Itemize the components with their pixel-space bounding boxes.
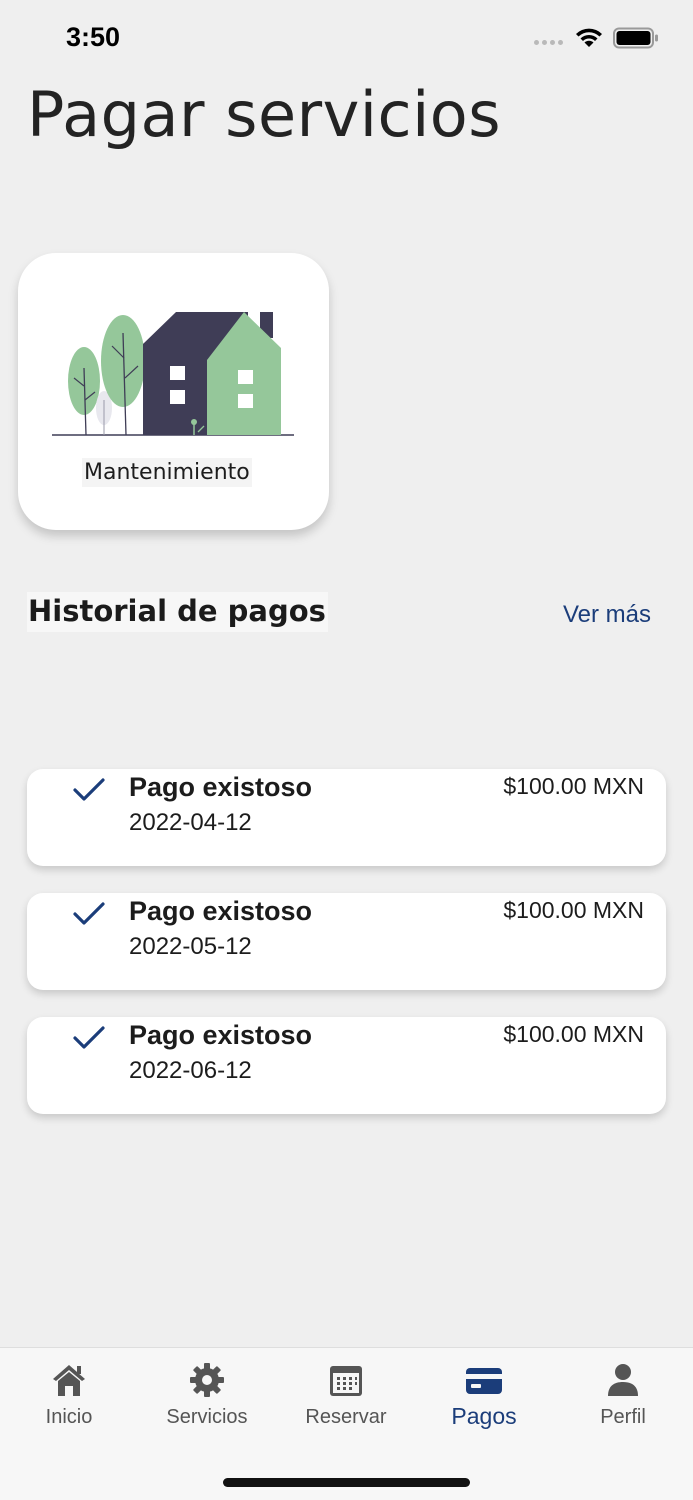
- service-card-maintenance[interactable]: Mantenimiento: [18, 253, 329, 530]
- house-illustration-icon: [52, 312, 294, 436]
- payment-amount: $100.00 MXN: [503, 773, 644, 799]
- tab-label: Reservar: [305, 1406, 387, 1428]
- see-more-link[interactable]: Ver más: [563, 601, 651, 629]
- check-icon: [73, 1026, 105, 1049]
- tab-servicios[interactable]: Servicios: [142, 1348, 272, 1448]
- payment-item[interactable]: Pago existoso 2022-05-12 $100.00 MXN: [27, 893, 666, 990]
- tab-label: Perfil: [600, 1406, 646, 1428]
- calendar-icon: [330, 1366, 362, 1396]
- tab-reservar[interactable]: Reservar: [281, 1348, 411, 1448]
- payment-date: 2022-06-12: [129, 1057, 252, 1084]
- tab-label: Pagos: [451, 1403, 517, 1429]
- page-title: Pagar servicios: [27, 78, 502, 151]
- person-icon: [608, 1364, 638, 1396]
- payment-date: 2022-04-12: [129, 809, 252, 836]
- credit-card-icon: [466, 1368, 502, 1394]
- gear-icon: [190, 1363, 224, 1397]
- status-bar: 3:50: [0, 0, 693, 70]
- tab-inicio[interactable]: Inicio: [4, 1348, 134, 1448]
- payment-date: 2022-05-12: [129, 933, 252, 960]
- tab-perfil[interactable]: Perfil: [558, 1348, 688, 1448]
- battery-icon: [613, 27, 658, 49]
- payment-item[interactable]: Pago existoso 2022-04-12 $100.00 MXN: [27, 769, 666, 866]
- service-label: Mantenimiento: [82, 458, 252, 487]
- payment-amount: $100.00 MXN: [503, 897, 644, 923]
- check-icon: [73, 902, 105, 925]
- payment-status: Pago existoso: [129, 896, 313, 926]
- tab-label: Servicios: [166, 1406, 248, 1428]
- signal-icon: [534, 40, 563, 45]
- payment-amount: $100.00 MXN: [503, 1021, 644, 1047]
- status-time: 3:50: [66, 22, 121, 52]
- history-title: Historial de pagos: [27, 592, 328, 632]
- home-icon: [53, 1365, 85, 1396]
- check-icon: [73, 778, 105, 801]
- home-indicator[interactable]: [223, 1478, 470, 1487]
- payment-status: Pago existoso: [129, 1020, 313, 1050]
- payment-item[interactable]: Pago existoso 2022-06-12 $100.00 MXN: [27, 1017, 666, 1114]
- payment-status: Pago existoso: [129, 772, 313, 802]
- wifi-icon: [576, 28, 602, 47]
- tab-label: Inicio: [45, 1406, 93, 1428]
- tab-pagos[interactable]: Pagos: [419, 1348, 549, 1448]
